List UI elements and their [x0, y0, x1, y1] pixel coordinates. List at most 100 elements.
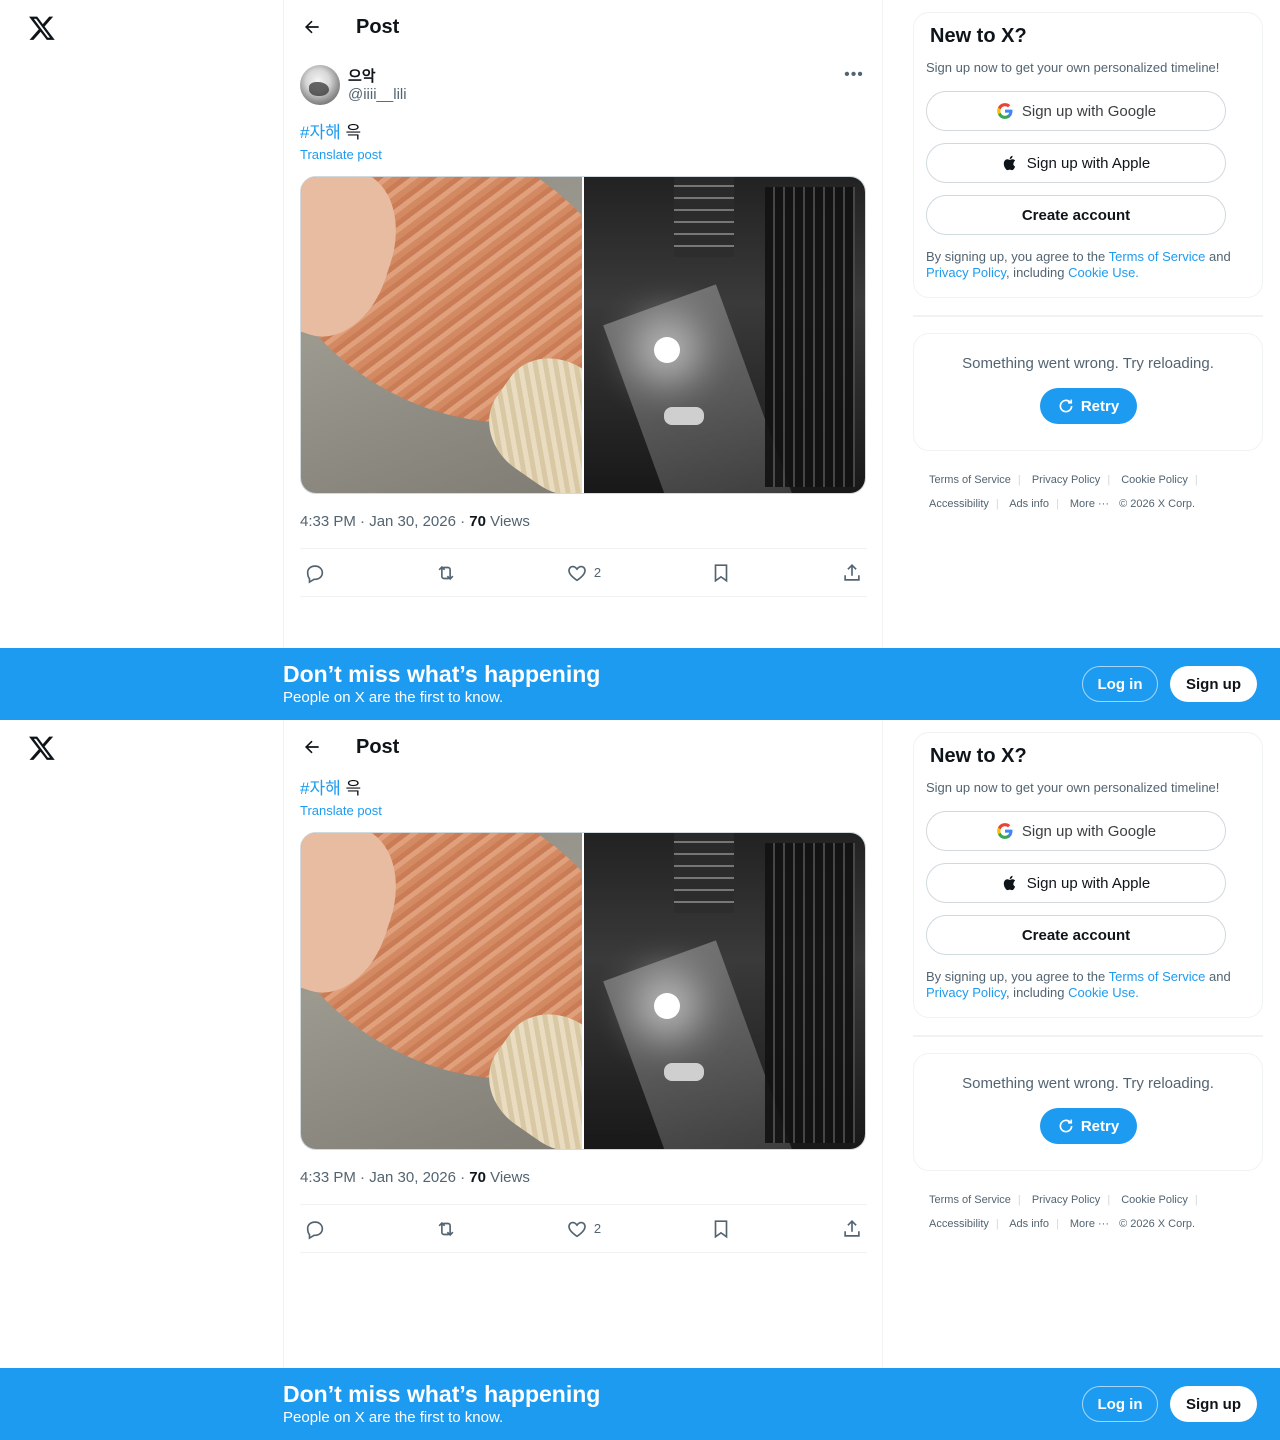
- footer-privacy[interactable]: Privacy Policy: [1032, 1194, 1100, 1206]
- back-button[interactable]: [295, 10, 329, 44]
- post-actions: 2: [300, 548, 867, 597]
- reply-icon: [306, 1220, 324, 1240]
- post-metadata: 4:33 PM · Jan 30, 2026 · 70 Views: [300, 1168, 867, 1188]
- footer-more[interactable]: More ···: [1070, 498, 1109, 510]
- main-column: Post 으악 @iiii__lili ••• #자해 윽 Translate …: [283, 0, 883, 720]
- media-image-arm[interactable]: [301, 177, 582, 493]
- post-text-rest: 윽: [340, 779, 362, 798]
- error-message: Something went wrong. Try reloading.: [962, 355, 1214, 372]
- translate-post-link[interactable]: Translate post: [300, 146, 867, 164]
- reply-icon: [306, 564, 324, 584]
- author-handle[interactable]: @iiii__lili: [348, 86, 407, 103]
- footer-copyright: © 2026 X Corp.: [1119, 498, 1196, 510]
- hashtag-link[interactable]: #자해: [300, 123, 341, 142]
- reply-button[interactable]: [304, 1218, 326, 1240]
- login-button[interactable]: Log in: [1082, 666, 1158, 702]
- sidebar-divider: [913, 315, 1263, 317]
- signup-button[interactable]: Sign up: [1170, 1386, 1257, 1422]
- x-logo-icon[interactable]: [28, 734, 56, 762]
- tos-link[interactable]: Terms of Service: [1109, 249, 1206, 264]
- retry-button[interactable]: Retry: [1039, 1108, 1137, 1144]
- media-image-night-street[interactable]: [584, 833, 865, 1149]
- post-header: Post: [284, 0, 882, 54]
- footer-cookie[interactable]: Cookie Policy: [1121, 474, 1188, 486]
- post-article: 으악 @iiii__lili ••• #자해 윽 Translate post …: [300, 720, 867, 1253]
- footer-terms[interactable]: Terms of Service: [929, 1194, 1011, 1206]
- sidebar: New to X? Sign up now to get your own pe…: [913, 732, 1263, 1236]
- views-count: 70: [469, 1169, 486, 1186]
- back-arrow-icon: [305, 740, 319, 754]
- post-text: #자해 윽: [300, 778, 867, 800]
- like-icon: [568, 1221, 586, 1237]
- footer-cookie[interactable]: Cookie Policy: [1121, 1194, 1188, 1206]
- bookmark-button[interactable]: [710, 562, 732, 584]
- author-display-name[interactable]: 으악: [348, 65, 376, 86]
- post-timestamp[interactable]: 4:33 PM · Jan 30, 2026 ·: [300, 1169, 469, 1186]
- privacy-link[interactable]: Privacy Policy: [926, 265, 1006, 280]
- post-media: [300, 832, 866, 1150]
- legal-including: , including: [1005, 265, 1069, 280]
- retry-button[interactable]: Retry: [1039, 388, 1137, 424]
- banner-title: Don’t miss what’s happening: [283, 661, 601, 687]
- media-image-arm[interactable]: [301, 833, 582, 1149]
- media-image-night-street[interactable]: [584, 177, 865, 493]
- google-icon: [996, 823, 1013, 839]
- share-button[interactable]: [841, 1218, 863, 1240]
- post-header: Post: [284, 720, 882, 774]
- like-button[interactable]: 2: [566, 562, 601, 584]
- signup-subtitle: Sign up now to get your own personalized…: [926, 60, 1220, 75]
- footer-ads[interactable]: Ads info: [1009, 498, 1049, 510]
- post-metadata: 4:33 PM · Jan 30, 2026 · 70 Views: [300, 512, 867, 532]
- footer-accessibility[interactable]: Accessibility: [929, 1218, 989, 1230]
- back-arrow-icon: [305, 20, 319, 34]
- create-account-button[interactable]: Create account: [926, 195, 1226, 235]
- retry-label: Retry: [1080, 1117, 1120, 1135]
- more-dots-icon[interactable]: •••: [841, 64, 867, 86]
- create-account-button[interactable]: Create account: [926, 915, 1226, 955]
- legal-and: and: [1205, 969, 1231, 984]
- translate-post-link[interactable]: Translate post: [300, 802, 867, 820]
- privacy-link[interactable]: Privacy Policy: [926, 985, 1006, 1000]
- signup-apple-button[interactable]: Sign up with Apple: [926, 143, 1226, 183]
- signup-google-label: Sign up with Google: [1021, 822, 1157, 840]
- reply-button[interactable]: [304, 562, 326, 584]
- post-actions: 2: [300, 1204, 867, 1253]
- bookmark-button[interactable]: [710, 1218, 732, 1240]
- sidebar: New to X? Sign up now to get your own pe…: [913, 12, 1263, 516]
- signup-banner: Don’t miss what’s happening People on X …: [0, 1368, 1280, 1440]
- signup-apple-label: Sign up with Apple: [1026, 874, 1151, 892]
- repost-button[interactable]: [435, 1218, 457, 1240]
- hashtag-link[interactable]: #자해: [300, 779, 341, 798]
- footer-privacy[interactable]: Privacy Policy: [1032, 474, 1100, 486]
- footer-accessibility[interactable]: Accessibility: [929, 498, 989, 510]
- signup-google-button[interactable]: Sign up with Google: [926, 811, 1226, 851]
- share-button[interactable]: [841, 562, 863, 584]
- footer-ads[interactable]: Ads info: [1009, 1218, 1049, 1230]
- like-button[interactable]: 2: [566, 1218, 601, 1240]
- apple-icon: [1003, 875, 1015, 891]
- post-media: [300, 176, 866, 494]
- banner-subtitle: People on X are the first to know.: [283, 1409, 504, 1426]
- signup-button[interactable]: Sign up: [1170, 666, 1257, 702]
- x-logo-icon[interactable]: [28, 14, 56, 42]
- signup-google-button[interactable]: Sign up with Google: [926, 91, 1226, 131]
- repost-icon: [438, 1221, 454, 1236]
- google-icon: [996, 103, 1013, 119]
- retry-label: Retry: [1080, 397, 1120, 415]
- footer-terms[interactable]: Terms of Service: [929, 474, 1011, 486]
- signup-subtitle: Sign up now to get your own personalized…: [926, 780, 1220, 795]
- post-timestamp[interactable]: 4:33 PM · Jan 30, 2026 ·: [300, 513, 469, 530]
- tos-link[interactable]: Terms of Service: [1109, 969, 1206, 984]
- signup-legal-text: By signing up, you agree to the Terms of…: [926, 249, 1250, 281]
- legal-and: and: [1205, 249, 1231, 264]
- signup-legal-text: By signing up, you agree to the Terms of…: [926, 969, 1250, 1001]
- signup-apple-button[interactable]: Sign up with Apple: [926, 863, 1226, 903]
- footer-more[interactable]: More ···: [1070, 1218, 1109, 1230]
- cookie-link[interactable]: Cookie Use.: [1068, 265, 1139, 280]
- signup-banner: Don’t miss what’s happening People on X …: [0, 648, 1280, 720]
- back-button[interactable]: [295, 730, 329, 764]
- login-button[interactable]: Log in: [1082, 1386, 1158, 1422]
- avatar[interactable]: [300, 65, 340, 105]
- cookie-link[interactable]: Cookie Use.: [1068, 985, 1139, 1000]
- repost-button[interactable]: [435, 562, 457, 584]
